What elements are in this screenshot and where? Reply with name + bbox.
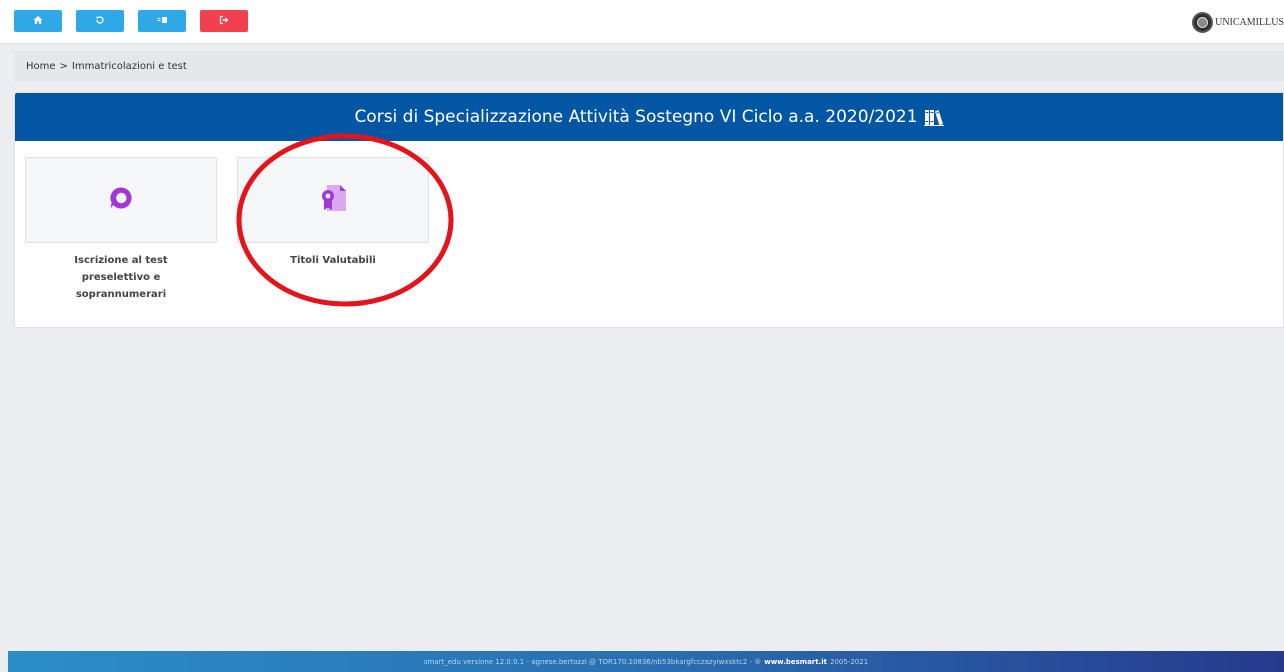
brand-logo[interactable]: UNICAMILLUS (1192, 10, 1284, 34)
logout-button[interactable] (200, 10, 248, 32)
certificate-document-icon (315, 183, 351, 217)
books-icon (923, 108, 944, 126)
breadcrumb-home-link[interactable]: Home (26, 61, 56, 72)
card-evaluable-titles-label[interactable]: Titoli Valutabili (237, 252, 429, 269)
footer: smart_edu versione 12.0.0.1 - agnese.ber… (8, 651, 1284, 672)
footer-text: smart_edu versione 12.0.0.1 - agnese.ber… (423, 657, 762, 666)
history-icon (95, 15, 105, 28)
footer-link[interactable]: www.besmart.it (764, 658, 827, 666)
logout-icon (219, 15, 229, 28)
university-seal-icon (1192, 11, 1214, 33)
panel-header: Corsi di Specializzazione Attività Soste… (15, 93, 1283, 141)
footer-years: 2005-2021 (830, 657, 869, 666)
brand-name: UNICAMILLUS (1215, 16, 1284, 28)
top-bar: UNICAMILLUS (0, 0, 1284, 44)
breadcrumb-current: Immatricolazioni e test (71, 60, 187, 72)
courses-panel: Corsi di Specializzazione Attività Soste… (14, 92, 1284, 328)
home-button[interactable] (14, 10, 62, 32)
card-evaluable-titles-tile[interactable] (237, 157, 429, 243)
id-card-icon (157, 15, 167, 28)
card-test-registration[interactable]: Iscrizione al test preselettivo e sopran… (25, 157, 217, 303)
breadcrumb-separator: > (59, 60, 68, 72)
card-evaluable-titles[interactable]: Titoli Valutabili (237, 157, 429, 269)
breadcrumb: Home > Immatricolazioni e test (14, 51, 1284, 81)
home-icon (33, 15, 43, 28)
card-test-registration-label[interactable]: Iscrizione al test preselettivo e sopran… (25, 252, 217, 303)
chat-bubble-icon (109, 186, 133, 214)
history-button[interactable] (76, 10, 124, 32)
card-test-registration-tile[interactable] (25, 157, 217, 243)
id-card-button[interactable] (138, 10, 186, 32)
page-title: Corsi di Specializzazione Attività Soste… (354, 107, 918, 127)
